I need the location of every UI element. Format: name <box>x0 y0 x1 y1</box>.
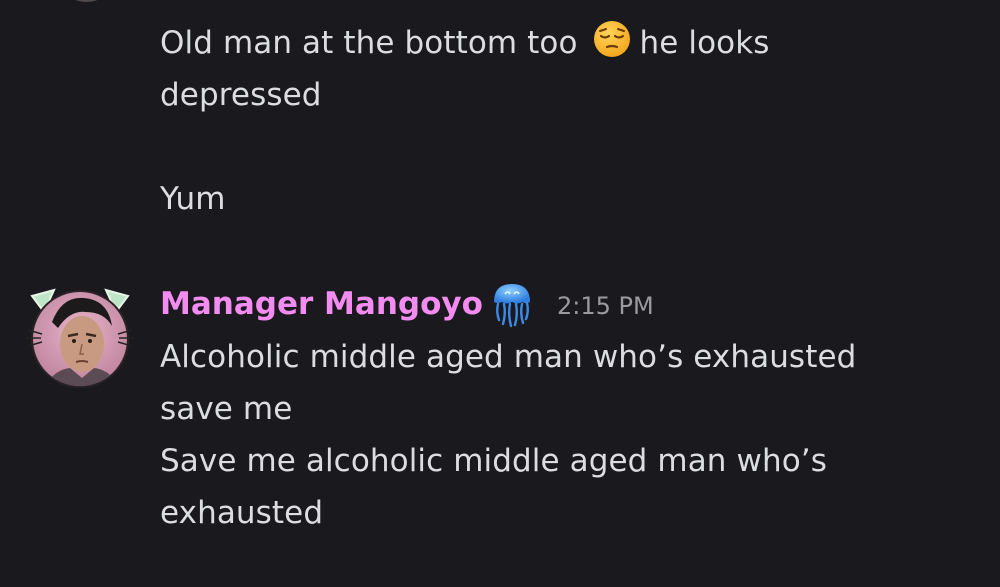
message-line: exhausted <box>160 495 324 531</box>
message-line: Save me alcoholic middle aged man who’s <box>160 443 827 479</box>
author-avatar[interactable] <box>24 282 136 390</box>
message-continuation[interactable]: Old man at the bottom too he looks depre… <box>160 17 770 121</box>
message-timestamp[interactable]: 2:15 PM <box>557 290 654 322</box>
author-name[interactable]: Manager Mangoyo <box>160 282 483 326</box>
message-line: save me <box>160 391 293 427</box>
jellyfish-icon[interactable] <box>490 280 534 328</box>
pensive-face-icon <box>593 21 630 57</box>
previous-author-avatar[interactable] <box>48 0 118 6</box>
message-continuation[interactable]: Yum <box>160 173 226 225</box>
message-line: depressed <box>160 77 322 113</box>
message-line: Old man at the bottom too he looks <box>160 17 770 69</box>
chat-message-list: Old man at the bottom too he looks depre… <box>0 0 1000 587</box>
message-line: Yum <box>160 181 226 217</box>
message-body[interactable]: Alcoholic middle aged man who’s exhauste… <box>160 331 856 539</box>
message-line: Alcoholic middle aged man who’s exhauste… <box>160 339 857 375</box>
